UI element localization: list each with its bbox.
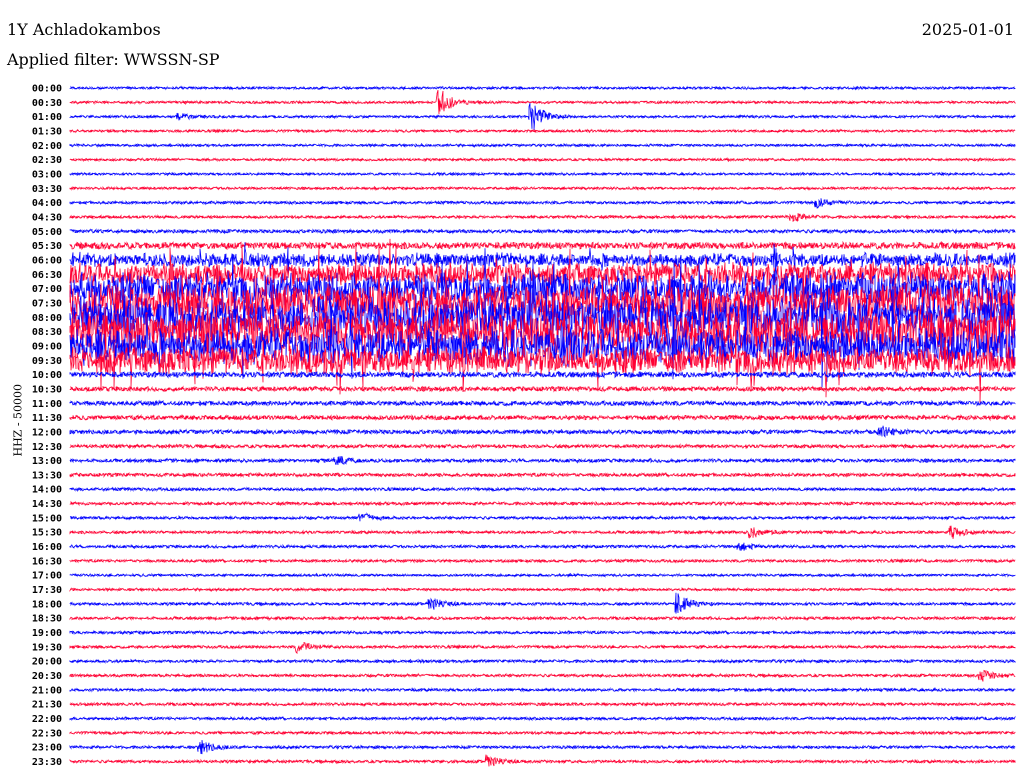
time-tick-label: 17:30 <box>32 585 62 596</box>
trace-0030 <box>69 89 1016 115</box>
time-tick-label: 07:00 <box>32 284 62 295</box>
trace-0100 <box>69 102 1016 130</box>
time-tick-label: 05:30 <box>32 241 62 252</box>
trace-1630 <box>69 558 1016 564</box>
time-tick-label: 00:00 <box>32 84 62 95</box>
time-tick-label: 06:30 <box>32 270 62 281</box>
time-tick-label: 09:00 <box>32 341 62 352</box>
trace-1100 <box>69 399 1016 407</box>
time-tick-label: 01:00 <box>32 112 62 123</box>
trace-1900 <box>69 629 1016 636</box>
trace-1200 <box>69 425 1016 438</box>
trace-1530 <box>69 525 1016 539</box>
trace-2330 <box>69 754 1016 767</box>
trace-0500 <box>69 228 1016 235</box>
time-tick-label: 19:30 <box>32 642 62 653</box>
time-tick-label: 02:30 <box>32 155 62 166</box>
trace-2030 <box>69 669 1016 682</box>
trace-1830 <box>69 615 1016 622</box>
time-tick-label: 00:30 <box>32 98 62 109</box>
time-tick-label: 03:30 <box>32 184 62 195</box>
trace-0230 <box>69 157 1016 163</box>
time-tick-label: 08:30 <box>32 327 62 338</box>
trace-2300 <box>69 740 1016 755</box>
trace-1700 <box>69 572 1016 578</box>
trace-1730 <box>69 586 1016 593</box>
time-tick-label: 12:00 <box>32 427 62 438</box>
time-tick-label: 15:00 <box>32 513 62 524</box>
trace-1400 <box>69 486 1016 493</box>
time-tick-label: 15:30 <box>32 528 62 539</box>
trace-0430 <box>69 213 1016 223</box>
trace-1930 <box>69 642 1016 655</box>
time-tick-label: 19:00 <box>32 628 62 639</box>
trace-1600 <box>69 542 1016 551</box>
time-tick-label: 04:30 <box>32 212 62 223</box>
trace-0130 <box>69 128 1016 134</box>
trace-1300 <box>69 456 1016 466</box>
time-tick-label: 09:30 <box>32 356 62 367</box>
time-tick-label: 16:00 <box>32 542 62 553</box>
time-tick-label: 16:30 <box>32 556 62 567</box>
trace-2000 <box>69 658 1016 665</box>
time-tick-label: 02:00 <box>32 141 62 152</box>
time-tick-label: 04:00 <box>32 198 62 209</box>
trace-0000 <box>69 85 1016 91</box>
time-tick-label: 03:00 <box>32 169 62 180</box>
helicorder-plot: 00:00 00:30 01:00 01:30 02:00 02:30 03:00 03:30… <box>32 84 1016 768</box>
time-tick-label: 12:30 <box>32 442 62 453</box>
time-tick-label: 14:30 <box>32 499 62 510</box>
time-tick-label: 10:30 <box>32 384 62 395</box>
trace-0200 <box>69 142 1016 148</box>
trace-1800 <box>69 592 1016 614</box>
time-tick-label: 14:00 <box>32 485 62 496</box>
time-tick-label: 21:30 <box>32 700 62 711</box>
time-tick-label: 17:00 <box>32 571 62 582</box>
time-tick-label: 08:00 <box>32 313 62 324</box>
time-tick-label: 05:00 <box>32 227 62 238</box>
trace-0300 <box>69 171 1016 177</box>
trace-1330 <box>69 471 1016 479</box>
time-tick-label: 23:00 <box>32 743 62 754</box>
time-tick-label: 06:00 <box>32 255 62 266</box>
trace-2200 <box>69 715 1016 722</box>
time-tick-label: 23:30 <box>32 757 62 768</box>
time-tick-label: 20:30 <box>32 671 62 682</box>
trace-2230 <box>69 730 1016 736</box>
time-tick-label: 13:00 <box>32 456 62 467</box>
trace-0530 <box>69 240 1016 251</box>
time-tick-label: 11:30 <box>32 413 62 424</box>
time-tick-label: 07:30 <box>32 298 62 309</box>
time-tick-label: 10:00 <box>32 370 62 381</box>
time-tick-label: 18:00 <box>32 599 62 610</box>
trace-2130 <box>69 701 1016 708</box>
time-tick-label: 13:30 <box>32 470 62 481</box>
time-tick-label: 11:00 <box>32 399 62 410</box>
trace-1430 <box>69 500 1016 507</box>
trace-0400 <box>69 198 1016 210</box>
trace-1230 <box>69 443 1016 450</box>
time-tick-label: 01:30 <box>32 126 62 137</box>
time-tick-label: 22:30 <box>32 728 62 739</box>
trace-1500 <box>69 512 1016 522</box>
trace-1030 <box>69 385 1016 393</box>
trace-1130 <box>69 414 1016 422</box>
trace-2100 <box>69 687 1016 693</box>
time-tick-label: 21:00 <box>32 685 62 696</box>
time-tick-label: 18:30 <box>32 614 62 625</box>
trace-0330 <box>69 185 1016 191</box>
time-tick-label: 20:00 <box>32 657 62 668</box>
time-tick-label: 22:00 <box>32 714 62 725</box>
